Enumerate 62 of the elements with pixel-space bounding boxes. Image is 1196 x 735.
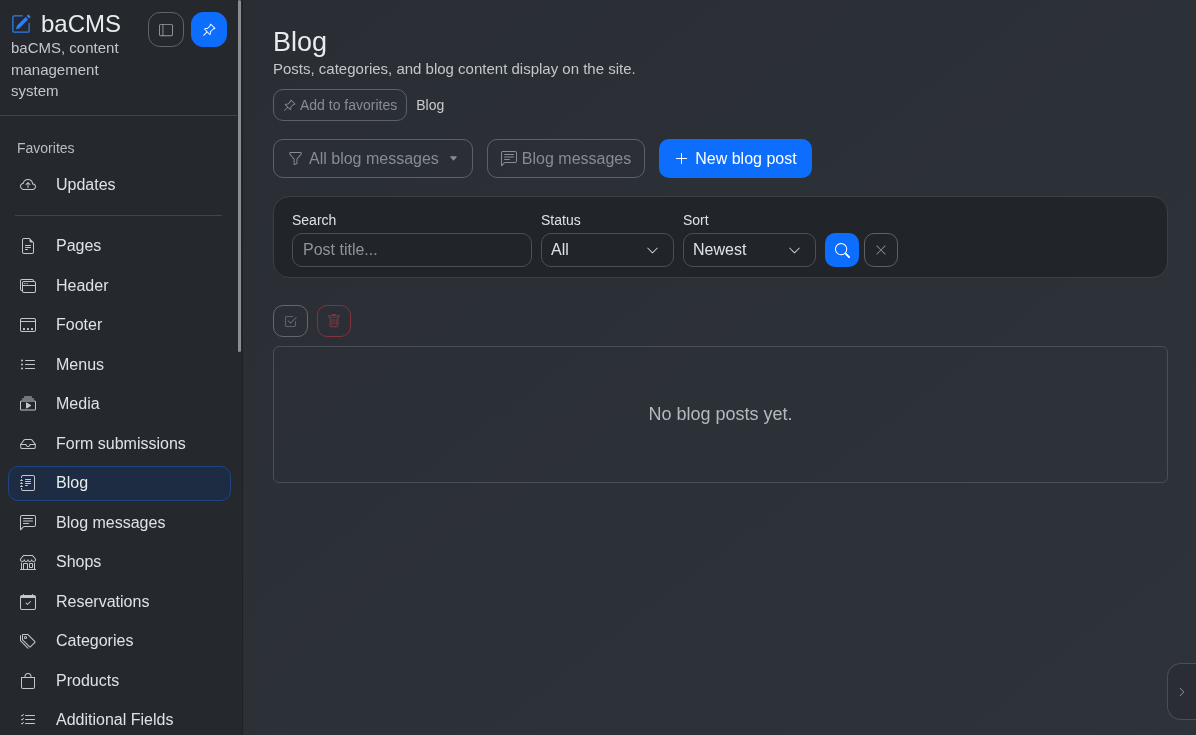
plus-icon bbox=[674, 151, 690, 166]
checkbox-icon bbox=[284, 314, 297, 328]
nav-item[interactable]: Categories bbox=[8, 623, 231, 659]
pin-icon bbox=[283, 98, 296, 112]
nav-item[interactable]: Products bbox=[8, 663, 231, 698]
nav-item[interactable]: Media bbox=[8, 386, 231, 422]
nav-item[interactable]: Footer bbox=[8, 307, 231, 343]
scrollbar[interactable] bbox=[238, 0, 241, 352]
pin-button[interactable] bbox=[191, 12, 227, 47]
panel-handle[interactable] bbox=[1167, 663, 1196, 720]
chevron-right-icon bbox=[1177, 686, 1187, 697]
select-value: All bbox=[551, 240, 569, 260]
journal-icon bbox=[20, 475, 36, 491]
nav-item[interactable]: Form submissions bbox=[8, 426, 231, 461]
field-label: Search bbox=[292, 211, 338, 230]
select-value: Newest bbox=[693, 240, 747, 260]
calendar-check-icon bbox=[20, 593, 36, 610]
select-field[interactable]: All bbox=[541, 233, 674, 267]
sidebar-icon bbox=[159, 22, 173, 37]
search-button[interactable] bbox=[825, 233, 859, 267]
nav-item[interactable]: Additional Fields bbox=[8, 702, 231, 735]
funnel-icon bbox=[288, 151, 303, 166]
document-icon bbox=[20, 238, 36, 254]
field-label: Status bbox=[541, 211, 582, 230]
field-label: Sort bbox=[683, 211, 710, 230]
nav-item[interactable]: Blog messages bbox=[8, 505, 231, 540]
window-icon bbox=[20, 317, 36, 333]
select-field[interactable]: Newest bbox=[683, 233, 816, 267]
sidebar-toggle-button[interactable] bbox=[148, 12, 184, 47]
shop-icon bbox=[20, 554, 36, 570]
cloud-upload-icon bbox=[20, 177, 36, 193]
windows-icon bbox=[20, 277, 36, 294]
page-title: Blog bbox=[273, 26, 329, 58]
blog-messages-button[interactable]: Blog messages bbox=[486, 139, 646, 178]
video-collection-icon bbox=[20, 396, 36, 412]
brand-tagline: baCMS, content management system bbox=[11, 38, 120, 101]
tags-icon bbox=[20, 633, 36, 649]
breadcrumb-item: Blog bbox=[416, 95, 445, 115]
caret-icon bbox=[448, 154, 458, 163]
nav-item[interactable]: Reservations bbox=[8, 584, 231, 619]
brand-name: baCMS bbox=[41, 11, 122, 36]
page-subtitle: Posts, categories, and blog content display on the site. bbox=[273, 59, 637, 79]
nav-item[interactable]: Menus bbox=[8, 347, 231, 382]
clear-button[interactable] bbox=[864, 233, 898, 267]
pin-icon bbox=[202, 22, 216, 37]
nav-item[interactable]: Shops bbox=[8, 544, 231, 580]
nav-item[interactable]: Updates bbox=[8, 167, 231, 203]
new-post-button[interactable]: New blog post bbox=[659, 139, 812, 178]
chat-icon bbox=[20, 514, 36, 531]
trash-icon bbox=[327, 314, 341, 328]
chat-icon bbox=[500, 150, 517, 167]
bag-icon bbox=[20, 672, 36, 689]
search-icon bbox=[834, 242, 850, 258]
add-favorite-button[interactable]: Add to favorites bbox=[273, 89, 408, 121]
filter-dropdown[interactable]: All blog messages bbox=[273, 139, 473, 178]
empty-state-text: No blog posts yet. bbox=[648, 403, 793, 426]
nav-item[interactable]: Blog bbox=[8, 465, 231, 501]
close-icon bbox=[875, 244, 887, 256]
search-field[interactable]: Post title... bbox=[292, 233, 532, 267]
section-heading: Favorites bbox=[16, 139, 76, 158]
nav-item[interactable]: Header bbox=[8, 268, 231, 303]
nav-item[interactable]: Pages bbox=[8, 228, 231, 264]
